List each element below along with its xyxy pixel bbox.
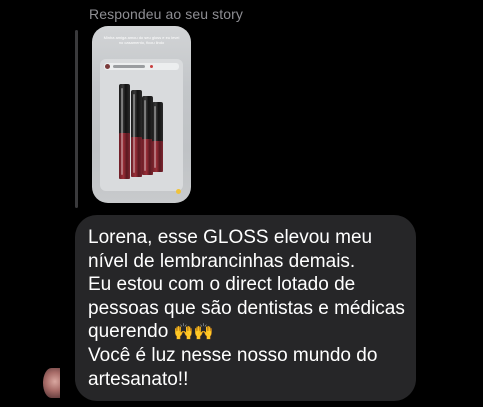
message-paragraph: Lorena, esse GLOSS elevou meu nível de l… [88, 227, 373, 272]
message-paragraph: Eu estou com o direct lotado de pessoas … [88, 273, 408, 344]
message-paragraph-text: Eu estou com o direct lotado de pessoas … [88, 274, 405, 343]
story-card-username [113, 65, 145, 68]
story-caption: Minha amiga amou do seu gloss e eu levei… [103, 35, 180, 45]
gloss-bottle [131, 90, 142, 177]
message-paragraph: Você é luz nesse nosso mundo do artesana… [88, 344, 378, 390]
like-icon [150, 65, 153, 68]
message-text: Lorena, esse GLOSS elevou meu nível de l… [88, 226, 408, 391]
message-bubble[interactable]: Lorena, esse GLOSS elevou meu nível de l… [75, 215, 416, 401]
gloss-bottle [152, 102, 163, 172]
story-thumbnail[interactable]: Minha amiga amou do seu gloss e eu levei… [92, 26, 191, 203]
raised-hands-icon: 🙌🙌 [173, 322, 214, 342]
profile-avatar-icon [105, 64, 110, 69]
gloss-bottle [119, 84, 130, 179]
reply-header: Respondeu ao seu story [89, 6, 243, 22]
reply-quote-bar [75, 30, 78, 208]
sender-avatar[interactable] [43, 368, 60, 398]
story-product-card [100, 59, 183, 191]
story-card-header [104, 63, 179, 70]
reaction-emoji-icon [176, 189, 181, 194]
